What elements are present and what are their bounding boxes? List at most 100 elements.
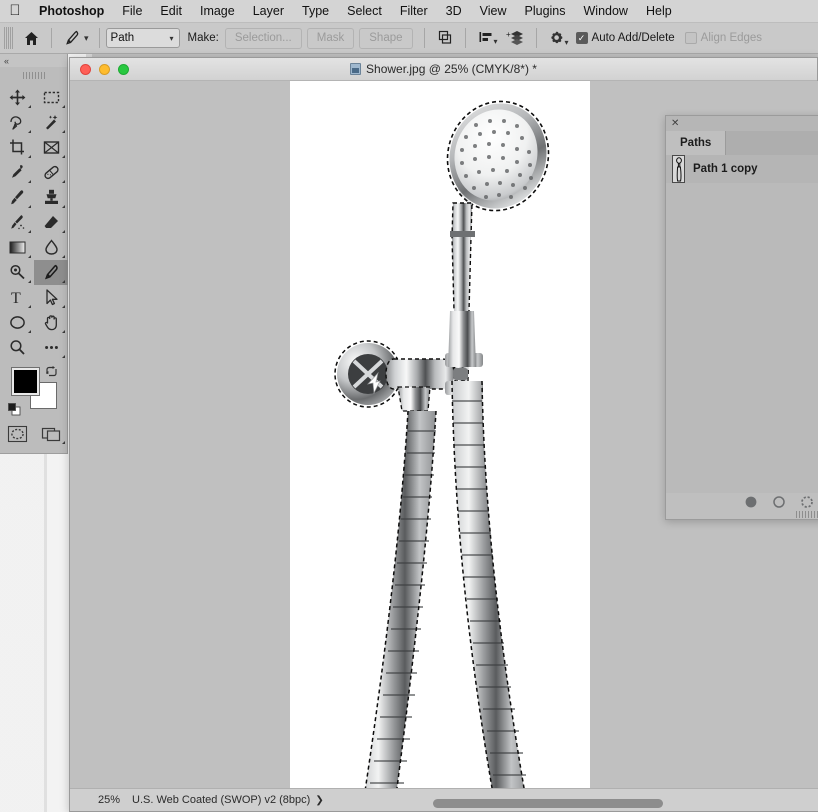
tool-more-indicator bbox=[62, 330, 65, 333]
image-document-icon bbox=[350, 63, 362, 75]
swap-colors-arrows-icon[interactable] bbox=[45, 365, 58, 378]
path-thumbnail bbox=[672, 155, 685, 183]
divider bbox=[464, 28, 466, 48]
zoom-tool[interactable] bbox=[0, 335, 34, 360]
edit-toolbar-ellipsis-icon[interactable] bbox=[34, 335, 68, 360]
tab-paths[interactable]: Paths bbox=[666, 131, 727, 155]
foreground-color-swatch[interactable] bbox=[11, 367, 40, 396]
default-colors-icon[interactable] bbox=[8, 403, 21, 416]
paths-panel-header[interactable]: ✕ bbox=[666, 116, 818, 131]
horizontal-scrollbar[interactable] bbox=[70, 796, 818, 811]
move-tool[interactable] bbox=[0, 85, 34, 110]
tool-more-indicator bbox=[62, 255, 65, 258]
object-selection-tool[interactable] bbox=[34, 110, 68, 135]
history-brush-tool[interactable] bbox=[0, 210, 34, 235]
menu-item-select[interactable]: Select bbox=[338, 0, 391, 23]
divider bbox=[423, 28, 425, 48]
macos-menu-bar:  Photoshop File Edit Image Layer Type S… bbox=[0, 0, 818, 23]
paths-panel-tabs: Paths bbox=[666, 131, 818, 155]
close-window-button[interactable] bbox=[80, 63, 91, 75]
chevron-down-icon[interactable]: ▾ bbox=[565, 38, 569, 47]
align-edges-label: Align Edges bbox=[700, 32, 763, 44]
align-edges-checkbox[interactable]: ✓ Align Edges bbox=[684, 32, 763, 44]
minimize-window-button[interactable] bbox=[99, 63, 110, 75]
tool-more-indicator bbox=[62, 280, 65, 283]
tools-grid: T bbox=[0, 85, 68, 360]
home-icon[interactable] bbox=[17, 25, 45, 51]
make-mask-button[interactable]: Mask bbox=[306, 27, 355, 49]
photoshop-window:  Photoshop File Edit Image Layer Type S… bbox=[0, 0, 818, 812]
panel-grip-icon[interactable] bbox=[0, 69, 67, 81]
menu-item-layer[interactable]: Layer bbox=[244, 0, 293, 23]
pen-tool[interactable] bbox=[34, 260, 68, 285]
auto-add-delete-checkbox[interactable]: ✓ Auto Add/Delete bbox=[575, 32, 675, 44]
path-selection-tool[interactable] bbox=[34, 285, 68, 310]
path-mode-value: Path bbox=[110, 32, 135, 44]
mode-buttons bbox=[0, 421, 67, 446]
path-operations-icon[interactable] bbox=[431, 25, 459, 51]
maximize-window-button[interactable] bbox=[118, 63, 129, 75]
pen-tool-icon[interactable] bbox=[58, 25, 86, 51]
quick-mask-icon[interactable] bbox=[0, 421, 34, 446]
apple-logo-icon[interactable]:  bbox=[0, 3, 30, 20]
checkbox-unchecked-icon: ✓ bbox=[684, 32, 697, 44]
tool-more-indicator bbox=[62, 355, 65, 358]
image-canvas[interactable] bbox=[290, 81, 590, 790]
paths-list: Path 1 copy bbox=[666, 155, 818, 493]
color-swatches bbox=[0, 363, 67, 419]
panel-resize-grip-icon[interactable] bbox=[796, 511, 818, 518]
close-panel-icon[interactable]: ✕ bbox=[671, 118, 679, 129]
make-shape-button[interactable]: Shape bbox=[359, 27, 413, 49]
menu-item-filter[interactable]: Filter bbox=[391, 0, 437, 23]
menu-item-3d[interactable]: 3D bbox=[437, 0, 471, 23]
collapse-double-chevron-left-icon[interactable]: « bbox=[0, 54, 67, 67]
clone-stamp-tool[interactable] bbox=[34, 185, 68, 210]
load-path-as-selection-icon[interactable] bbox=[800, 495, 814, 509]
crop-tool[interactable] bbox=[0, 135, 34, 160]
spot-healing-brush-tool[interactable] bbox=[34, 160, 68, 185]
chevron-down-icon[interactable]: ▾ bbox=[494, 37, 498, 46]
tool-more-indicator bbox=[28, 130, 31, 133]
screen-mode-icon[interactable] bbox=[34, 421, 68, 446]
hand-tool[interactable] bbox=[34, 310, 68, 335]
menu-item-file[interactable]: File bbox=[113, 0, 151, 23]
ellipse-tool[interactable] bbox=[0, 310, 34, 335]
svg-text:T: T bbox=[11, 290, 21, 307]
svg-text:+: + bbox=[506, 30, 511, 39]
document-title-bar[interactable]: Shower.jpg @ 25% (CMYK/8*) * bbox=[70, 58, 817, 81]
chevron-down-icon[interactable]: ▾ bbox=[84, 33, 89, 44]
blur-tool[interactable] bbox=[34, 235, 68, 260]
tool-more-indicator bbox=[62, 230, 65, 233]
document-title: Shower.jpg @ 25% (CMYK/8*) * bbox=[70, 62, 817, 76]
menu-item-edit[interactable]: Edit bbox=[151, 0, 191, 23]
make-label: Make: bbox=[187, 32, 219, 44]
menu-item-image[interactable]: Image bbox=[191, 0, 244, 23]
gradient-tool[interactable] bbox=[0, 235, 34, 260]
make-selection-button[interactable]: Selection... bbox=[224, 27, 302, 49]
path-mode-select[interactable]: Path ▾ bbox=[105, 28, 180, 48]
path-arrangement-icon[interactable]: + bbox=[502, 25, 530, 51]
menu-item-help[interactable]: Help bbox=[637, 0, 681, 23]
type-tool[interactable]: T bbox=[0, 285, 34, 310]
divider bbox=[535, 28, 537, 48]
checkbox-checked-icon: ✓ bbox=[575, 32, 588, 44]
menu-item-window[interactable]: Window bbox=[575, 0, 637, 23]
eyedropper-tool[interactable] bbox=[0, 160, 34, 185]
options-bar-grip-icon[interactable] bbox=[4, 27, 13, 49]
eraser-tool[interactable] bbox=[34, 210, 68, 235]
horizontal-scrollbar-thumb[interactable] bbox=[433, 799, 663, 808]
menu-item-plugins[interactable]: Plugins bbox=[516, 0, 575, 23]
lasso-tool[interactable] bbox=[0, 110, 34, 135]
tool-more-indicator bbox=[28, 280, 31, 283]
menu-item-type[interactable]: Type bbox=[293, 0, 338, 23]
rectangular-marquee-tool[interactable] bbox=[34, 85, 68, 110]
menu-item-photoshop[interactable]: Photoshop bbox=[30, 0, 113, 23]
brush-tool[interactable] bbox=[0, 185, 34, 210]
tool-more-indicator bbox=[28, 105, 31, 108]
dodge-tool[interactable] bbox=[0, 260, 34, 285]
menu-item-view[interactable]: View bbox=[471, 0, 516, 23]
frame-tool[interactable] bbox=[34, 135, 68, 160]
list-item[interactable]: Path 1 copy bbox=[666, 155, 818, 183]
fill-path-with-foreground-color-icon[interactable] bbox=[744, 495, 758, 509]
stroke-path-with-brush-icon[interactable] bbox=[772, 495, 786, 509]
